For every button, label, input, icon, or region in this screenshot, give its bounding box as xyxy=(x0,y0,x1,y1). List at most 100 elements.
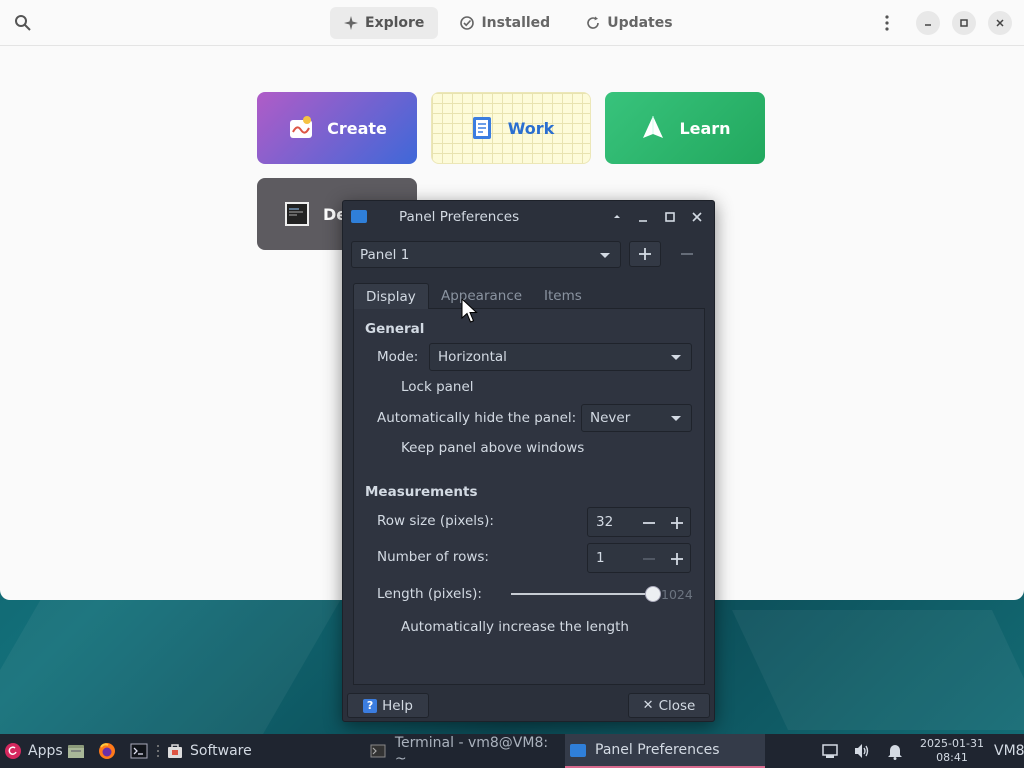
tab-display[interactable]: Display xyxy=(353,283,429,309)
software-label: Software xyxy=(190,743,252,759)
autohide-label: Automatically hide the panel: xyxy=(377,410,577,426)
close-label: Close xyxy=(658,697,696,714)
task-terminal[interactable]: Terminal - vm8@VM8: ~ xyxy=(365,734,563,768)
rows-decrease-button[interactable] xyxy=(638,548,660,570)
tab-updates-label: Updates xyxy=(607,15,673,31)
mode-select[interactable]: Horizontal xyxy=(429,343,692,371)
user-button[interactable]: VM8 xyxy=(994,734,1024,768)
plus-icon xyxy=(639,248,651,260)
maximize-button[interactable] xyxy=(952,11,976,35)
close-icon: ✕ xyxy=(642,698,654,713)
remove-panel-button[interactable] xyxy=(671,241,703,267)
dialog-maximize-button[interactable] xyxy=(661,208,679,226)
plus-icon xyxy=(671,517,683,529)
sparkle-icon xyxy=(344,16,358,30)
keep-above-checkbox[interactable]: Keep panel above windows xyxy=(401,440,584,456)
length-slider-track[interactable] xyxy=(511,593,653,595)
bell-icon xyxy=(886,742,904,760)
terminal-icon xyxy=(285,202,309,226)
help-button[interactable]: ? Help xyxy=(347,693,429,718)
network-icon xyxy=(821,742,839,760)
add-panel-button[interactable] xyxy=(629,241,661,267)
general-header: General xyxy=(365,321,425,337)
menu-icon[interactable] xyxy=(875,11,899,35)
tab-explore-label: Explore xyxy=(365,15,425,31)
tab-explore[interactable]: Explore xyxy=(330,7,439,39)
notifications-tray-icon[interactable] xyxy=(886,734,904,768)
chevron-down-icon xyxy=(671,416,681,421)
mode-label: Mode: xyxy=(377,349,419,365)
tab-bar: Display Appearance Items xyxy=(353,283,705,309)
length-value: 1024 xyxy=(661,587,693,602)
terminal-icon xyxy=(130,742,148,760)
tile-work-label: Work xyxy=(507,118,555,138)
tab-installed-label: Installed xyxy=(481,15,551,31)
auto-increase-checkbox[interactable]: Automatically increase the length xyxy=(401,619,629,635)
rows-spinner[interactable]: 1 xyxy=(587,543,691,573)
folder-icon xyxy=(67,742,85,760)
minus-icon xyxy=(643,522,655,524)
help-icon: ? xyxy=(363,698,378,713)
task-panel-preferences[interactable]: Panel Preferences xyxy=(565,734,765,768)
tab-updates[interactable]: Updates xyxy=(572,7,686,39)
tab-appearance[interactable]: Appearance xyxy=(429,283,534,309)
file-manager-launcher[interactable] xyxy=(67,734,85,768)
minus-icon xyxy=(681,253,693,255)
shade-button[interactable] xyxy=(608,208,626,226)
refresh-icon xyxy=(587,16,600,29)
length-slider-handle[interactable] xyxy=(645,586,661,602)
task-panel-preferences-label: Panel Preferences xyxy=(595,742,720,758)
mouse-pointer-icon xyxy=(461,298,478,323)
close-dialog-button[interactable]: ✕ Close xyxy=(628,693,710,718)
measurements-header: Measurements xyxy=(365,484,478,500)
autohide-value: Never xyxy=(590,410,631,426)
task-terminal-label: Terminal - vm8@VM8: ~ xyxy=(394,735,549,767)
volume-tray-icon[interactable] xyxy=(853,734,871,768)
firefox-launcher[interactable] xyxy=(98,734,116,768)
row-size-spinner[interactable]: 32 xyxy=(587,507,691,537)
category-tile-learn[interactable]: Learn xyxy=(605,92,765,164)
search-icon[interactable] xyxy=(14,14,32,32)
dialog-minimize-button[interactable] xyxy=(634,208,652,226)
rows-label: Number of rows: xyxy=(377,549,489,565)
terminal-icon xyxy=(369,742,387,760)
length-label: Length (pixels): xyxy=(377,586,482,602)
software-header: Explore Installed Updates xyxy=(0,0,1024,46)
lock-panel-checkbox[interactable]: Lock panel xyxy=(401,379,474,395)
mode-value: Horizontal xyxy=(438,349,507,365)
network-tray-icon[interactable] xyxy=(821,734,839,768)
dialog-titlebar[interactable]: Panel Preferences xyxy=(343,201,714,233)
software-launcher[interactable]: Software xyxy=(166,734,252,768)
minus-icon xyxy=(643,558,655,560)
help-label: Help xyxy=(382,697,413,714)
document-icon xyxy=(472,117,491,139)
software-tabs: Explore Installed Updates xyxy=(330,7,687,39)
debian-swirl-icon xyxy=(4,742,22,760)
rows-value: 1 xyxy=(596,550,605,566)
plus-icon xyxy=(671,553,683,565)
row-size-decrease-button[interactable] xyxy=(638,512,660,534)
tile-learn-label: Learn xyxy=(679,118,731,138)
panel-select[interactable]: Panel 1 xyxy=(351,241,621,268)
apps-label: Apps xyxy=(28,743,63,759)
separator-handle xyxy=(156,734,160,768)
clock-date: 2025-01-31 xyxy=(920,737,984,750)
category-tile-work[interactable]: Work xyxy=(431,92,591,164)
category-tile-create[interactable]: Create xyxy=(257,92,417,164)
autohide-select[interactable]: Never xyxy=(581,404,692,432)
tab-installed[interactable]: Installed xyxy=(446,7,564,39)
apps-menu-button[interactable]: Apps xyxy=(4,734,63,768)
taskbar: Apps Software Terminal - vm8@VM8: ~ Pane… xyxy=(0,734,1024,768)
preferences-notebook: Display Appearance Items General Mode: H… xyxy=(353,283,705,685)
terminal-launcher[interactable] xyxy=(130,734,148,768)
minimize-button[interactable] xyxy=(916,11,940,35)
dialog-title: Panel Preferences xyxy=(399,209,520,225)
row-size-label: Row size (pixels): xyxy=(377,513,494,529)
dialog-close-button[interactable] xyxy=(688,208,706,226)
clock[interactable]: 2025-01-31 08:41 xyxy=(916,737,988,765)
rows-increase-button[interactable] xyxy=(666,548,688,570)
row-size-increase-button[interactable] xyxy=(666,512,688,534)
close-button[interactable] xyxy=(988,11,1012,35)
panel-preferences-dialog: Panel Preferences Panel 1 Display Appear… xyxy=(342,200,715,722)
tab-items[interactable]: Items xyxy=(532,283,594,309)
